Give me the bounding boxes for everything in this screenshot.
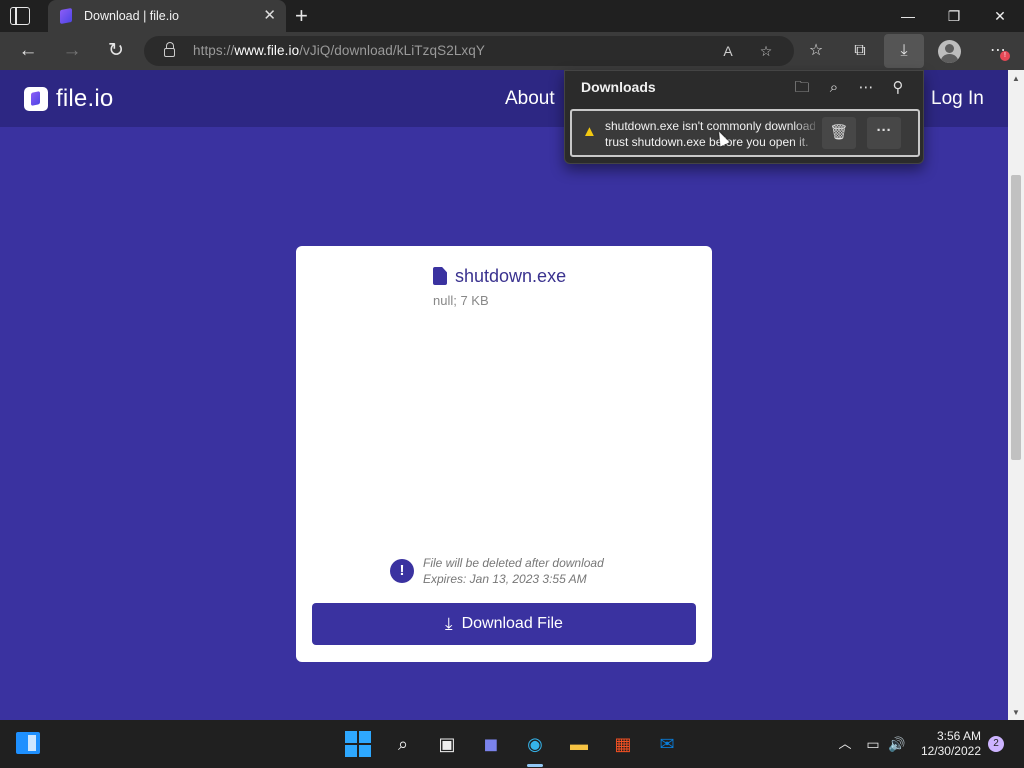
- file-meta: null; 7 KB: [433, 293, 489, 308]
- notification-dot: !: [1000, 51, 1010, 61]
- item-more-icon[interactable]: ···: [867, 117, 901, 149]
- widgets-icon[interactable]: [16, 732, 40, 754]
- collections-icon[interactable]: ⧉: [848, 39, 872, 63]
- clock[interactable]: 3:56 AM 12/30/2022: [905, 729, 981, 759]
- nav-about-link[interactable]: About: [505, 88, 555, 110]
- scroll-up-arrow-icon[interactable]: ▲: [1012, 74, 1020, 83]
- show-hidden-icons-icon[interactable]: ︿: [831, 730, 859, 758]
- delete-notice: File will be deleted after download: [423, 556, 604, 570]
- title-bar: Download | file.io ✕ + — ❐ ✕: [0, 0, 1024, 32]
- favorites-icon[interactable]: ☆: [804, 39, 828, 63]
- tab-title: Download | file.io: [84, 9, 179, 23]
- active-app-indicator: [527, 764, 543, 767]
- open-folder-icon[interactable]: 🗀: [791, 77, 813, 99]
- pin-icon[interactable]: ⚲: [887, 77, 909, 99]
- edge-browser-icon[interactable]: ◉: [521, 730, 549, 758]
- download-icon: ⤓: [445, 614, 453, 633]
- url-prefix: https://: [193, 43, 235, 58]
- warning-icon: ▲: [582, 123, 597, 140]
- search-downloads-icon[interactable]: ⌕: [823, 77, 845, 99]
- web-page: file.io About Log In shutdown.exe null; …: [0, 70, 1008, 720]
- file-name: shutdown.exe: [455, 266, 567, 286]
- download-warning-icon: ⤓: [900, 42, 908, 59]
- url-host: www.file.io: [234, 43, 300, 58]
- url-text[interactable]: https://www.file.io/vJiQ/download/kLiTzq…: [193, 43, 485, 58]
- expiry-notice: Expires: Jan 13, 2023 3:55 AM: [423, 572, 587, 586]
- download-file-button[interactable]: ⤓ Download File: [312, 603, 696, 645]
- download-card: shutdown.exe null; 7 KB ! File will be d…: [296, 246, 712, 662]
- start-menu-icon[interactable]: [345, 731, 371, 757]
- exclamation-icon: !: [390, 559, 414, 583]
- delete-download-icon[interactable]: 🗑: [822, 117, 856, 149]
- tab-actions-icon[interactable]: [10, 7, 30, 25]
- tab-active[interactable]: Download | file.io ✕: [48, 0, 286, 32]
- download-warning-text: shutdown.exe isn't commonly downloaded t…: [605, 118, 815, 152]
- task-view-icon[interactable]: ▣: [433, 730, 461, 758]
- refresh-icon[interactable]: ↻: [104, 39, 128, 63]
- navigation-bar: ← → ↻ https://www.file.io/vJiQ/download/…: [0, 32, 1024, 70]
- downloads-title: Downloads: [581, 79, 656, 95]
- fileio-logo-icon: [24, 87, 48, 111]
- taskbar: ⌕ ▣ ◼ ◉ ▬ ▦ ✉ ︿ ▭ 🔊 3:56 AM 12/30/2022 2: [0, 720, 1024, 768]
- microsoft-store-icon[interactable]: ▦: [609, 730, 637, 758]
- clock-time: 3:56 AM: [936, 729, 981, 743]
- close-window-icon[interactable]: ✕: [980, 4, 1020, 28]
- new-tab-icon[interactable]: +: [295, 3, 308, 29]
- scroll-down-arrow-icon[interactable]: ▼: [1012, 708, 1020, 717]
- download-file-label: Download File: [461, 615, 563, 632]
- forward-icon[interactable]: →: [60, 39, 84, 63]
- downloads-button[interactable]: ⤓: [884, 34, 924, 68]
- teams-chat-icon[interactable]: ◼: [477, 730, 505, 758]
- back-icon[interactable]: ←: [16, 39, 40, 63]
- site-logo[interactable]: file.io: [24, 85, 114, 112]
- text-fade: [792, 111, 822, 155]
- file-icon: [433, 267, 447, 285]
- downloads-flyout: Downloads 🗀 ⌕ ⋯ ⚲ ▲ shutdown.exe isn't c…: [564, 70, 924, 164]
- mail-icon[interactable]: ✉: [653, 730, 681, 758]
- notification-badge[interactable]: 2: [988, 736, 1004, 752]
- lock-icon[interactable]: [164, 42, 175, 57]
- logo-text: file.io: [56, 85, 114, 112]
- restore-icon[interactable]: ❐: [934, 4, 974, 28]
- tab-close-icon[interactable]: ✕: [263, 7, 276, 25]
- profile-avatar[interactable]: [938, 40, 961, 63]
- download-warning-line2: trust shutdown.exe before you open it.: [605, 135, 809, 149]
- add-favorite-icon[interactable]: ☆: [756, 41, 776, 61]
- search-icon[interactable]: ⌕: [389, 730, 417, 758]
- file-explorer-icon[interactable]: ▬: [565, 730, 593, 758]
- more-options-icon[interactable]: ⋯: [855, 77, 877, 99]
- fileio-favicon-icon: [60, 7, 72, 25]
- download-item[interactable]: ▲ shutdown.exe isn't commonly downloaded…: [570, 109, 920, 157]
- nav-login-link[interactable]: Log In: [931, 88, 984, 110]
- clock-date: 12/30/2022: [920, 744, 981, 758]
- minimize-icon[interactable]: —: [888, 4, 928, 28]
- address-bar[interactable]: https://www.file.io/vJiQ/download/kLiTzq…: [144, 36, 794, 66]
- download-warning-line1: shutdown.exe isn't commonly downloaded: [605, 119, 815, 133]
- scroll-thumb[interactable]: [1011, 175, 1021, 460]
- url-path: /vJiQ/download/kLiTzqS2LxqY: [299, 43, 485, 58]
- page-scrollbar[interactable]: ▲ ▼: [1008, 70, 1024, 720]
- read-aloud-icon[interactable]: A: [718, 41, 738, 61]
